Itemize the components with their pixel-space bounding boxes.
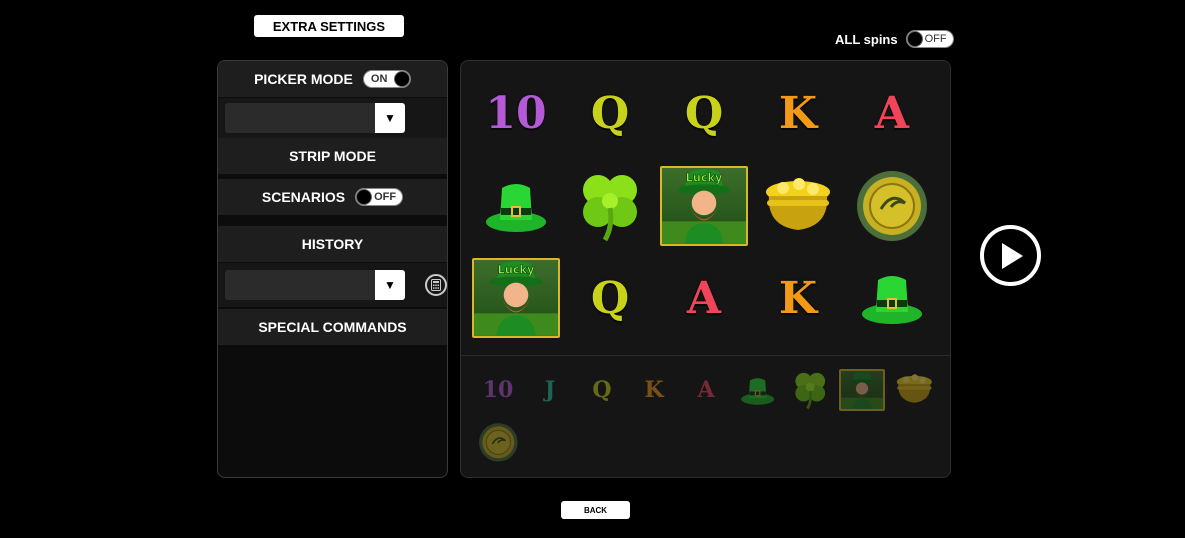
scenarios-toggle[interactable]: OFF bbox=[355, 188, 404, 206]
picker-mode-label: PICKER MODE bbox=[254, 71, 353, 87]
reel-symbol[interactable] bbox=[471, 166, 561, 246]
symbol-letter: 10 bbox=[482, 377, 514, 403]
picker-symbol[interactable]: Q bbox=[579, 367, 625, 413]
reel-symbol[interactable]: Q bbox=[565, 258, 655, 338]
pot-of-gold-icon bbox=[766, 178, 830, 230]
dropdown-arrow-icon[interactable]: ▼ bbox=[375, 270, 405, 300]
picker-symbol[interactable]: A bbox=[683, 367, 729, 413]
symbol-letter: A bbox=[874, 87, 910, 139]
reel-symbol[interactable]: Q bbox=[659, 73, 749, 153]
symbol-letter: Q bbox=[592, 377, 612, 403]
play-icon bbox=[1001, 242, 1023, 269]
all-spins-label: ALL spins bbox=[835, 31, 898, 47]
reel-symbol[interactable]: A bbox=[847, 73, 937, 153]
scenarios-label: SCENARIOS bbox=[261, 189, 346, 205]
pot-of-gold-icon bbox=[896, 374, 932, 404]
symbol-letter: Q bbox=[590, 272, 630, 324]
picker-symbol[interactable] bbox=[787, 367, 833, 413]
reel-panel: 10 Q Q K A Lucky Lucky Q A K 10 J Q K A bbox=[460, 60, 951, 478]
history-dropdown[interactable]: ▼ bbox=[225, 270, 405, 300]
symbol-letter: K bbox=[778, 87, 818, 139]
picker-symbol[interactable] bbox=[735, 367, 781, 413]
symbol-letter: A bbox=[697, 377, 715, 403]
symbol-letter: Q bbox=[684, 87, 724, 139]
picker-symbol[interactable]: 10 bbox=[475, 367, 521, 413]
toggle-state: ON bbox=[370, 73, 388, 85]
coin-icon bbox=[478, 422, 518, 462]
reel-symbol[interactable] bbox=[753, 166, 843, 246]
leprechaun-icon bbox=[839, 369, 885, 411]
toggle-state: OFF bbox=[374, 191, 397, 203]
play-button[interactable] bbox=[980, 225, 1041, 286]
calculator-icon[interactable] bbox=[425, 274, 447, 296]
picker-symbol[interactable] bbox=[839, 367, 885, 413]
reel-symbol[interactable] bbox=[847, 258, 937, 338]
toggle-state: OFF bbox=[924, 33, 947, 45]
reel-symbol[interactable]: K bbox=[753, 73, 843, 153]
symbol-letter: K bbox=[778, 272, 818, 324]
picker-mode-toggle[interactable]: ON bbox=[362, 70, 411, 88]
reel-symbol[interactable]: Q bbox=[565, 73, 655, 153]
scenarios-row: SCENARIOS OFF bbox=[218, 179, 447, 215]
hat-icon bbox=[741, 377, 775, 405]
reel-symbol[interactable] bbox=[847, 166, 937, 246]
back-button[interactable]: BACK bbox=[561, 501, 630, 519]
toggle-knob bbox=[356, 189, 373, 205]
leprechaun-icon: Lucky bbox=[472, 258, 560, 338]
picker-dropdown-row: ▼ bbox=[218, 98, 447, 138]
divider bbox=[461, 355, 950, 356]
picker-symbol[interactable]: K bbox=[631, 367, 677, 413]
strip-mode-button[interactable]: STRIP MODE bbox=[218, 138, 447, 174]
dropdown-arrow-icon[interactable]: ▼ bbox=[375, 103, 405, 133]
symbol-letter: K bbox=[644, 377, 664, 403]
history-header: HISTORY bbox=[218, 226, 447, 262]
picker-symbol[interactable] bbox=[475, 419, 521, 465]
all-spins-toggle[interactable]: OFF bbox=[905, 30, 954, 48]
svg-text:Lucky: Lucky bbox=[686, 171, 723, 184]
reel-symbol[interactable]: Lucky bbox=[471, 258, 561, 338]
extra-settings-button[interactable]: EXTRA SETTINGS bbox=[254, 15, 404, 37]
picker-symbol[interactable]: J bbox=[527, 367, 573, 413]
symbol-letter: J bbox=[544, 377, 556, 403]
reel-symbol[interactable]: Lucky bbox=[659, 166, 749, 246]
dropdown-field[interactable] bbox=[225, 103, 375, 133]
coin-icon bbox=[857, 171, 927, 241]
toggle-knob bbox=[393, 71, 410, 87]
symbol-letter: 10 bbox=[485, 87, 547, 139]
hat-icon bbox=[486, 184, 546, 232]
clover-icon bbox=[583, 175, 637, 242]
special-commands-button[interactable]: SPECIAL COMMANDS bbox=[218, 309, 447, 345]
clover-icon bbox=[795, 372, 825, 410]
symbol-letter: Q bbox=[590, 87, 630, 139]
settings-panel: PICKER MODE ON ▼ STRIP MODE SCENARIOS OF… bbox=[217, 60, 448, 478]
reel-symbol[interactable]: 10 bbox=[471, 73, 561, 153]
picker-symbol[interactable] bbox=[891, 367, 937, 413]
history-label: HISTORY bbox=[301, 236, 364, 252]
dropdown-field[interactable] bbox=[225, 270, 375, 300]
special-commands-label: SPECIAL COMMANDS bbox=[258, 319, 407, 335]
reel-symbol[interactable]: A bbox=[659, 258, 749, 338]
symbol-letter: A bbox=[686, 272, 722, 324]
leprechaun-icon: Lucky bbox=[660, 166, 748, 246]
svg-text:Lucky: Lucky bbox=[498, 263, 535, 276]
reel-symbol[interactable] bbox=[565, 166, 655, 246]
reel-symbol[interactable]: K bbox=[753, 258, 843, 338]
picker-dropdown[interactable]: ▼ bbox=[225, 103, 405, 133]
strip-mode-label: STRIP MODE bbox=[289, 148, 376, 164]
all-spins-control: ALL spins OFF bbox=[835, 30, 954, 48]
hat-icon bbox=[862, 276, 922, 324]
toggle-knob bbox=[906, 31, 923, 47]
picker-mode-row: PICKER MODE ON bbox=[218, 61, 447, 97]
history-dropdown-row: ▼ bbox=[218, 263, 447, 307]
